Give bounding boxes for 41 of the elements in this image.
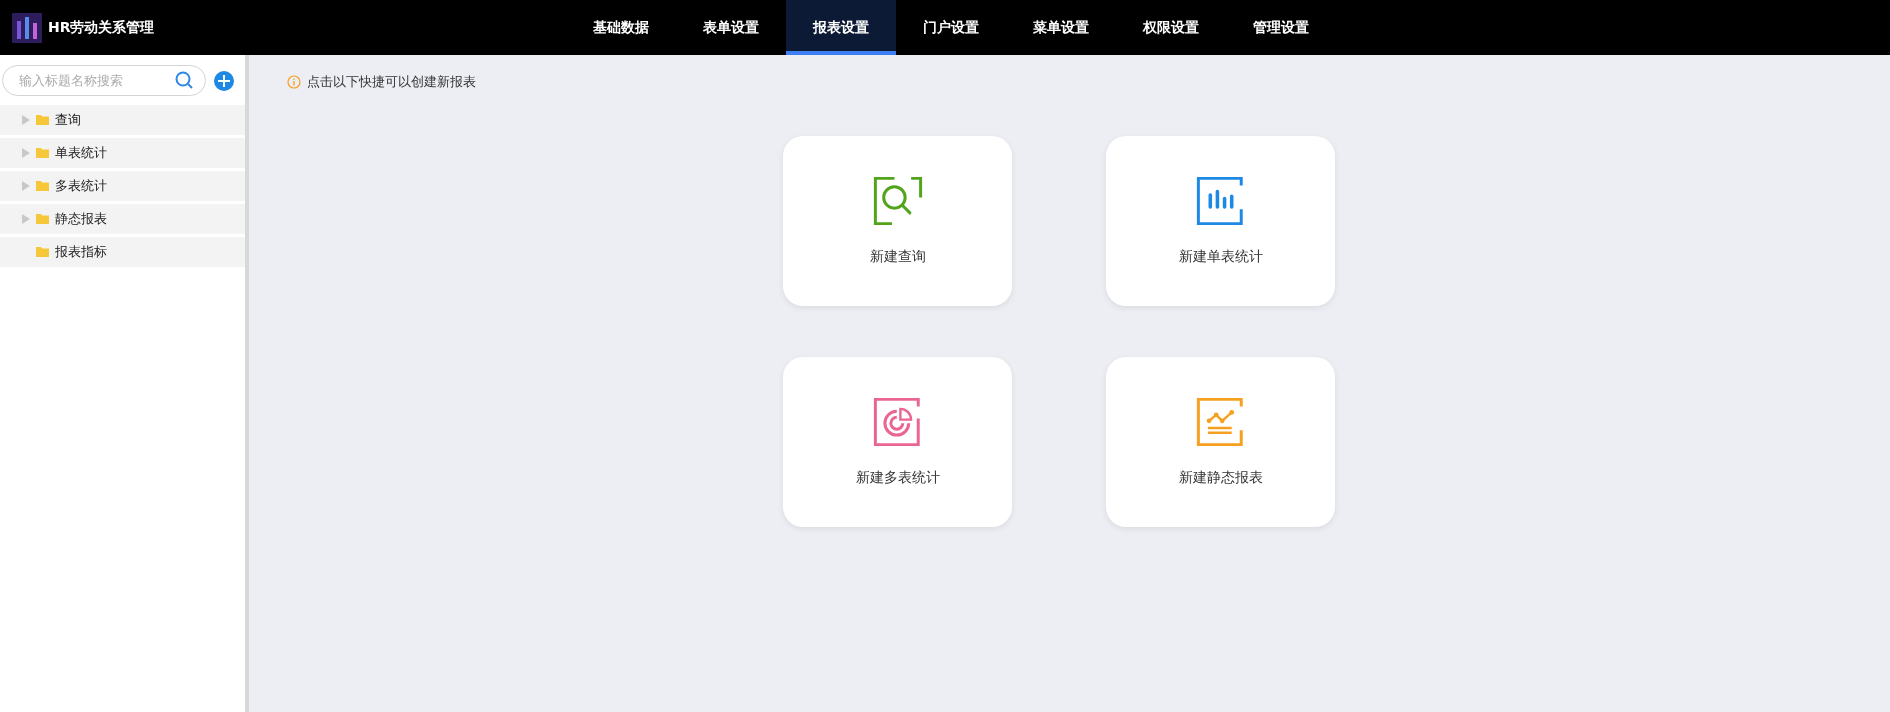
nav-tab[interactable]: 管理设置 — [1226, 0, 1336, 55]
tree-item[interactable]: 单表统计 — [0, 138, 245, 168]
tree-item[interactable]: 静态报表 — [0, 204, 245, 234]
nav-tab[interactable]: 菜单设置 — [1006, 0, 1116, 55]
nav-tab[interactable]: 权限设置 — [1116, 0, 1226, 55]
search-field[interactable]: 输入标题名称搜索 — [2, 65, 206, 96]
folder-icon — [36, 115, 49, 125]
create-report-card[interactable]: 新建多表统计 — [783, 357, 1012, 527]
card-label: 新建多表统计 — [855, 469, 940, 487]
card-label: 新建查询 — [869, 248, 926, 266]
info-icon — [287, 75, 301, 89]
tree-label: 报表指标 — [55, 243, 107, 261]
logo-icon — [12, 12, 42, 43]
tree-label: 静态报表 — [55, 210, 107, 228]
card-label: 新建静态报表 — [1178, 469, 1263, 487]
folder-icon — [36, 148, 49, 158]
tree-item[interactable]: 报表指标 — [0, 237, 245, 267]
expand-arrow-icon[interactable] — [22, 115, 30, 125]
nav-tab[interactable]: 门户设置 — [896, 0, 1006, 55]
create-report-card[interactable]: 新建查询 — [783, 136, 1012, 306]
expand-arrow-icon[interactable] — [22, 214, 30, 224]
nav-tab[interactable]: 表单设置 — [676, 0, 786, 55]
app-title: HR劳动关系管理 — [48, 18, 155, 37]
tree-label: 单表统计 — [55, 144, 107, 162]
tree-item[interactable]: 查询 — [0, 105, 245, 135]
card-label: 新建单表统计 — [1178, 248, 1263, 266]
tree-label: 查询 — [55, 111, 81, 129]
folder-icon — [36, 247, 49, 257]
create-report-card[interactable]: 新建静态报表 — [1106, 357, 1335, 527]
tree-label: 多表统计 — [55, 177, 107, 195]
create-report-card[interactable]: 新建单表统计 — [1106, 136, 1335, 306]
folder-icon — [36, 214, 49, 224]
search-icon[interactable] — [174, 70, 194, 90]
expand-arrow-icon[interactable] — [22, 148, 30, 158]
tree-item[interactable]: 多表统计 — [0, 171, 245, 201]
add-icon[interactable] — [214, 70, 234, 91]
nav-tab[interactable]: 报表设置 — [786, 0, 896, 55]
expand-arrow-icon[interactable] — [22, 181, 30, 191]
folder-icon — [36, 181, 49, 191]
nav-tab[interactable]: 基础数据 — [566, 0, 676, 55]
notice-text: 点击以下快捷可以创建新报表 — [307, 73, 476, 91]
